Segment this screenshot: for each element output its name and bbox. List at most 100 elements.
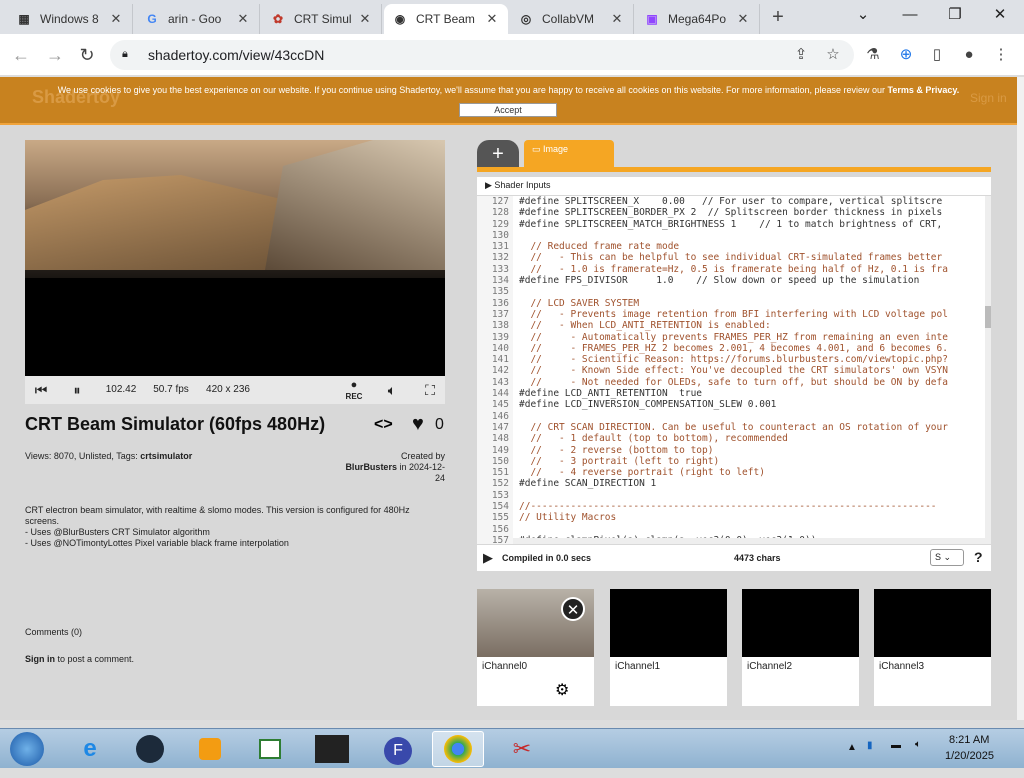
gear-icon[interactable]: ⚙ (555, 680, 569, 700)
menu-icon[interactable]: ⋮ (990, 44, 1012, 66)
profile-icon[interactable]: ● (958, 44, 980, 66)
code-scroll-thumb[interactable] (985, 306, 991, 328)
line-number: 130 (491, 229, 509, 241)
channel-slot-2[interactable]: iChannel2 (742, 589, 859, 706)
chevron-down-icon[interactable]: ⌄ (848, 4, 878, 28)
line-number: 139 (491, 331, 509, 343)
close-icon[interactable]: ✕ (108, 11, 124, 27)
forward-icon[interactable]: → (42, 42, 68, 68)
code-text[interactable]: #define SPLITSCREEN_X 0.00 // For user t… (519, 196, 985, 544)
close-icon[interactable]: ✕ (609, 11, 625, 27)
code-editor[interactable]: 127 128 129 130 131 132 133 134 135 136 137 138 139 1… (477, 196, 991, 544)
tab-mega64[interactable]: ▣ Mega64Po ✕ (636, 4, 760, 34)
close-icon[interactable]: ✕ (235, 11, 251, 27)
pause-icon[interactable]: ⏸ (69, 376, 85, 404)
embed-code-icon[interactable]: <> (374, 416, 393, 434)
tab-crt-beam[interactable]: ◉ CRT Beam ✕ (384, 4, 508, 34)
extension-icon[interactable]: ⚗ (862, 44, 884, 66)
volume-icon[interactable]: 🔈︎ (383, 376, 401, 404)
channel-slot-3[interactable]: iChannel3 (874, 589, 991, 706)
clock-time[interactable]: 8:21 AM (949, 734, 989, 746)
tab-windows8[interactable]: ▦ Windows 8 ✕ (8, 4, 133, 34)
shader-inputs-toggle[interactable]: ▶ Shader Inputs (477, 177, 991, 195)
terminal-app-icon[interactable] (306, 731, 358, 767)
restore-icon[interactable]: ❐ (940, 4, 970, 28)
accept-button[interactable]: Accept (459, 103, 557, 117)
new-tab-button[interactable]: + (766, 6, 790, 30)
chevron-down-icon: ⌄ (943, 552, 952, 562)
line-number: 131 (491, 241, 509, 253)
code-scrollbar[interactable] (985, 196, 991, 544)
code-line: #define SPLITSCREEN_MATCH_BRIGHTNESS 1 /… (519, 218, 943, 230)
back-icon[interactable]: ← (8, 42, 34, 68)
line-number: 147 (491, 421, 509, 433)
compile-play-icon[interactable]: ▶ (483, 550, 493, 566)
record-button[interactable]: ● REC (343, 376, 365, 404)
star-icon[interactable]: ☆ (822, 44, 844, 66)
url-text: shadertoy.com/view/43ccDN (148, 47, 325, 63)
network-icon[interactable]: ▮ (867, 740, 873, 751)
tag-link[interactable]: crtsimulator (140, 451, 192, 461)
shader-viewport[interactable] (25, 140, 445, 404)
tab-image[interactable]: ▭ Image (524, 140, 614, 168)
code-line: // - Not needed for OLEDs, safe to turn … (519, 376, 948, 388)
line-number: 145 (491, 399, 509, 411)
speaker-icon[interactable]: 🔈︎ (915, 739, 921, 750)
download-icon[interactable]: ⊕ (895, 44, 917, 66)
start-button[interactable] (0, 731, 54, 767)
url-input[interactable]: 🔒︎ shadertoy.com/view/43ccDN (110, 40, 854, 70)
tab-collabvm[interactable]: ◎ CollabVM ✕ (510, 4, 634, 34)
time-readout: 102.42 (105, 384, 137, 395)
heart-icon[interactable]: ♥ (412, 413, 424, 436)
app-window-icon[interactable] (244, 731, 296, 767)
channel-thumbnail[interactable] (874, 589, 991, 657)
header-signin-link[interactable]: Sign in (970, 91, 1007, 105)
add-tab-button[interactable]: + (477, 140, 519, 168)
code-hscrollbar[interactable] (513, 538, 985, 544)
record-icon: ● (350, 379, 358, 391)
channel-slot-1[interactable]: iChannel1 (610, 589, 727, 706)
close-icon[interactable]: ✕ (357, 11, 373, 27)
sound-select[interactable]: S ⌄ (930, 549, 964, 566)
close-icon[interactable]: ✕ (561, 597, 585, 621)
sidepanel-icon[interactable]: ▯ (926, 44, 948, 66)
chrome-taskbar-icon[interactable] (432, 731, 484, 767)
tab-google[interactable]: G arin - Goo ✕ (136, 4, 260, 34)
fullscreen-icon[interactable]: ⛶ (421, 376, 439, 404)
channel-thumbnail[interactable] (610, 589, 727, 657)
reload-icon[interactable]: ↻ (74, 42, 100, 68)
tab-crt-simulator[interactable]: ✿ CRT Simul ✕ (262, 4, 382, 34)
clock-date[interactable]: 1/20/2025 (945, 750, 994, 762)
globe-app-icon[interactable] (124, 731, 176, 767)
code-line: // CRT SCAN DIRECTION. Can be useful to … (519, 421, 948, 433)
help-icon[interactable]: ? (974, 549, 983, 565)
rewind-icon[interactable]: ⏮ (33, 376, 49, 404)
crt-icon: ✿ (272, 12, 284, 26)
ie-icon[interactable]: e (64, 731, 116, 767)
launcher-app-icon[interactable]: F (372, 731, 424, 767)
window-close-icon[interactable]: ✕ (985, 4, 1015, 28)
share-icon[interactable]: ⇪ (790, 44, 812, 66)
author-link[interactable]: BlurBusters (345, 462, 397, 472)
code-line: //--------------------------------------… (519, 501, 937, 513)
shader-stats: Views: 8070, Unlisted, Tags: crtsimulato… (25, 451, 193, 461)
line-number: 151 (491, 467, 509, 479)
fps-readout: 50.7 fps (153, 384, 189, 395)
media-player-icon[interactable] (184, 731, 236, 767)
close-icon[interactable]: ✕ (484, 11, 500, 27)
close-icon[interactable]: ✕ (735, 11, 751, 27)
cookie-banner: Shadertoy We use cookies to give you the… (0, 77, 1017, 123)
minimize-icon[interactable]: — (895, 4, 925, 28)
collabvm-icon: ◎ (520, 12, 532, 26)
google-icon: G (147, 12, 157, 26)
editor-status-bar: ▶ Compiled in 0.0 secs 4473 chars S ⌄ ? (477, 545, 991, 571)
snipping-tool-icon[interactable]: ✂ (496, 731, 548, 767)
comment-signin-link[interactable]: Sign in (25, 654, 55, 664)
terms-link[interactable]: Terms & Privacy. (888, 85, 960, 95)
tray-overflow-icon[interactable]: ▲ (847, 742, 857, 753)
page-scrollbar[interactable] (1017, 77, 1024, 720)
channel-thumbnail[interactable] (742, 589, 859, 657)
display-icon[interactable]: ▬ (891, 740, 901, 751)
channel-slot-0[interactable]: ✕ iChannel0 ⚙ (477, 589, 594, 706)
